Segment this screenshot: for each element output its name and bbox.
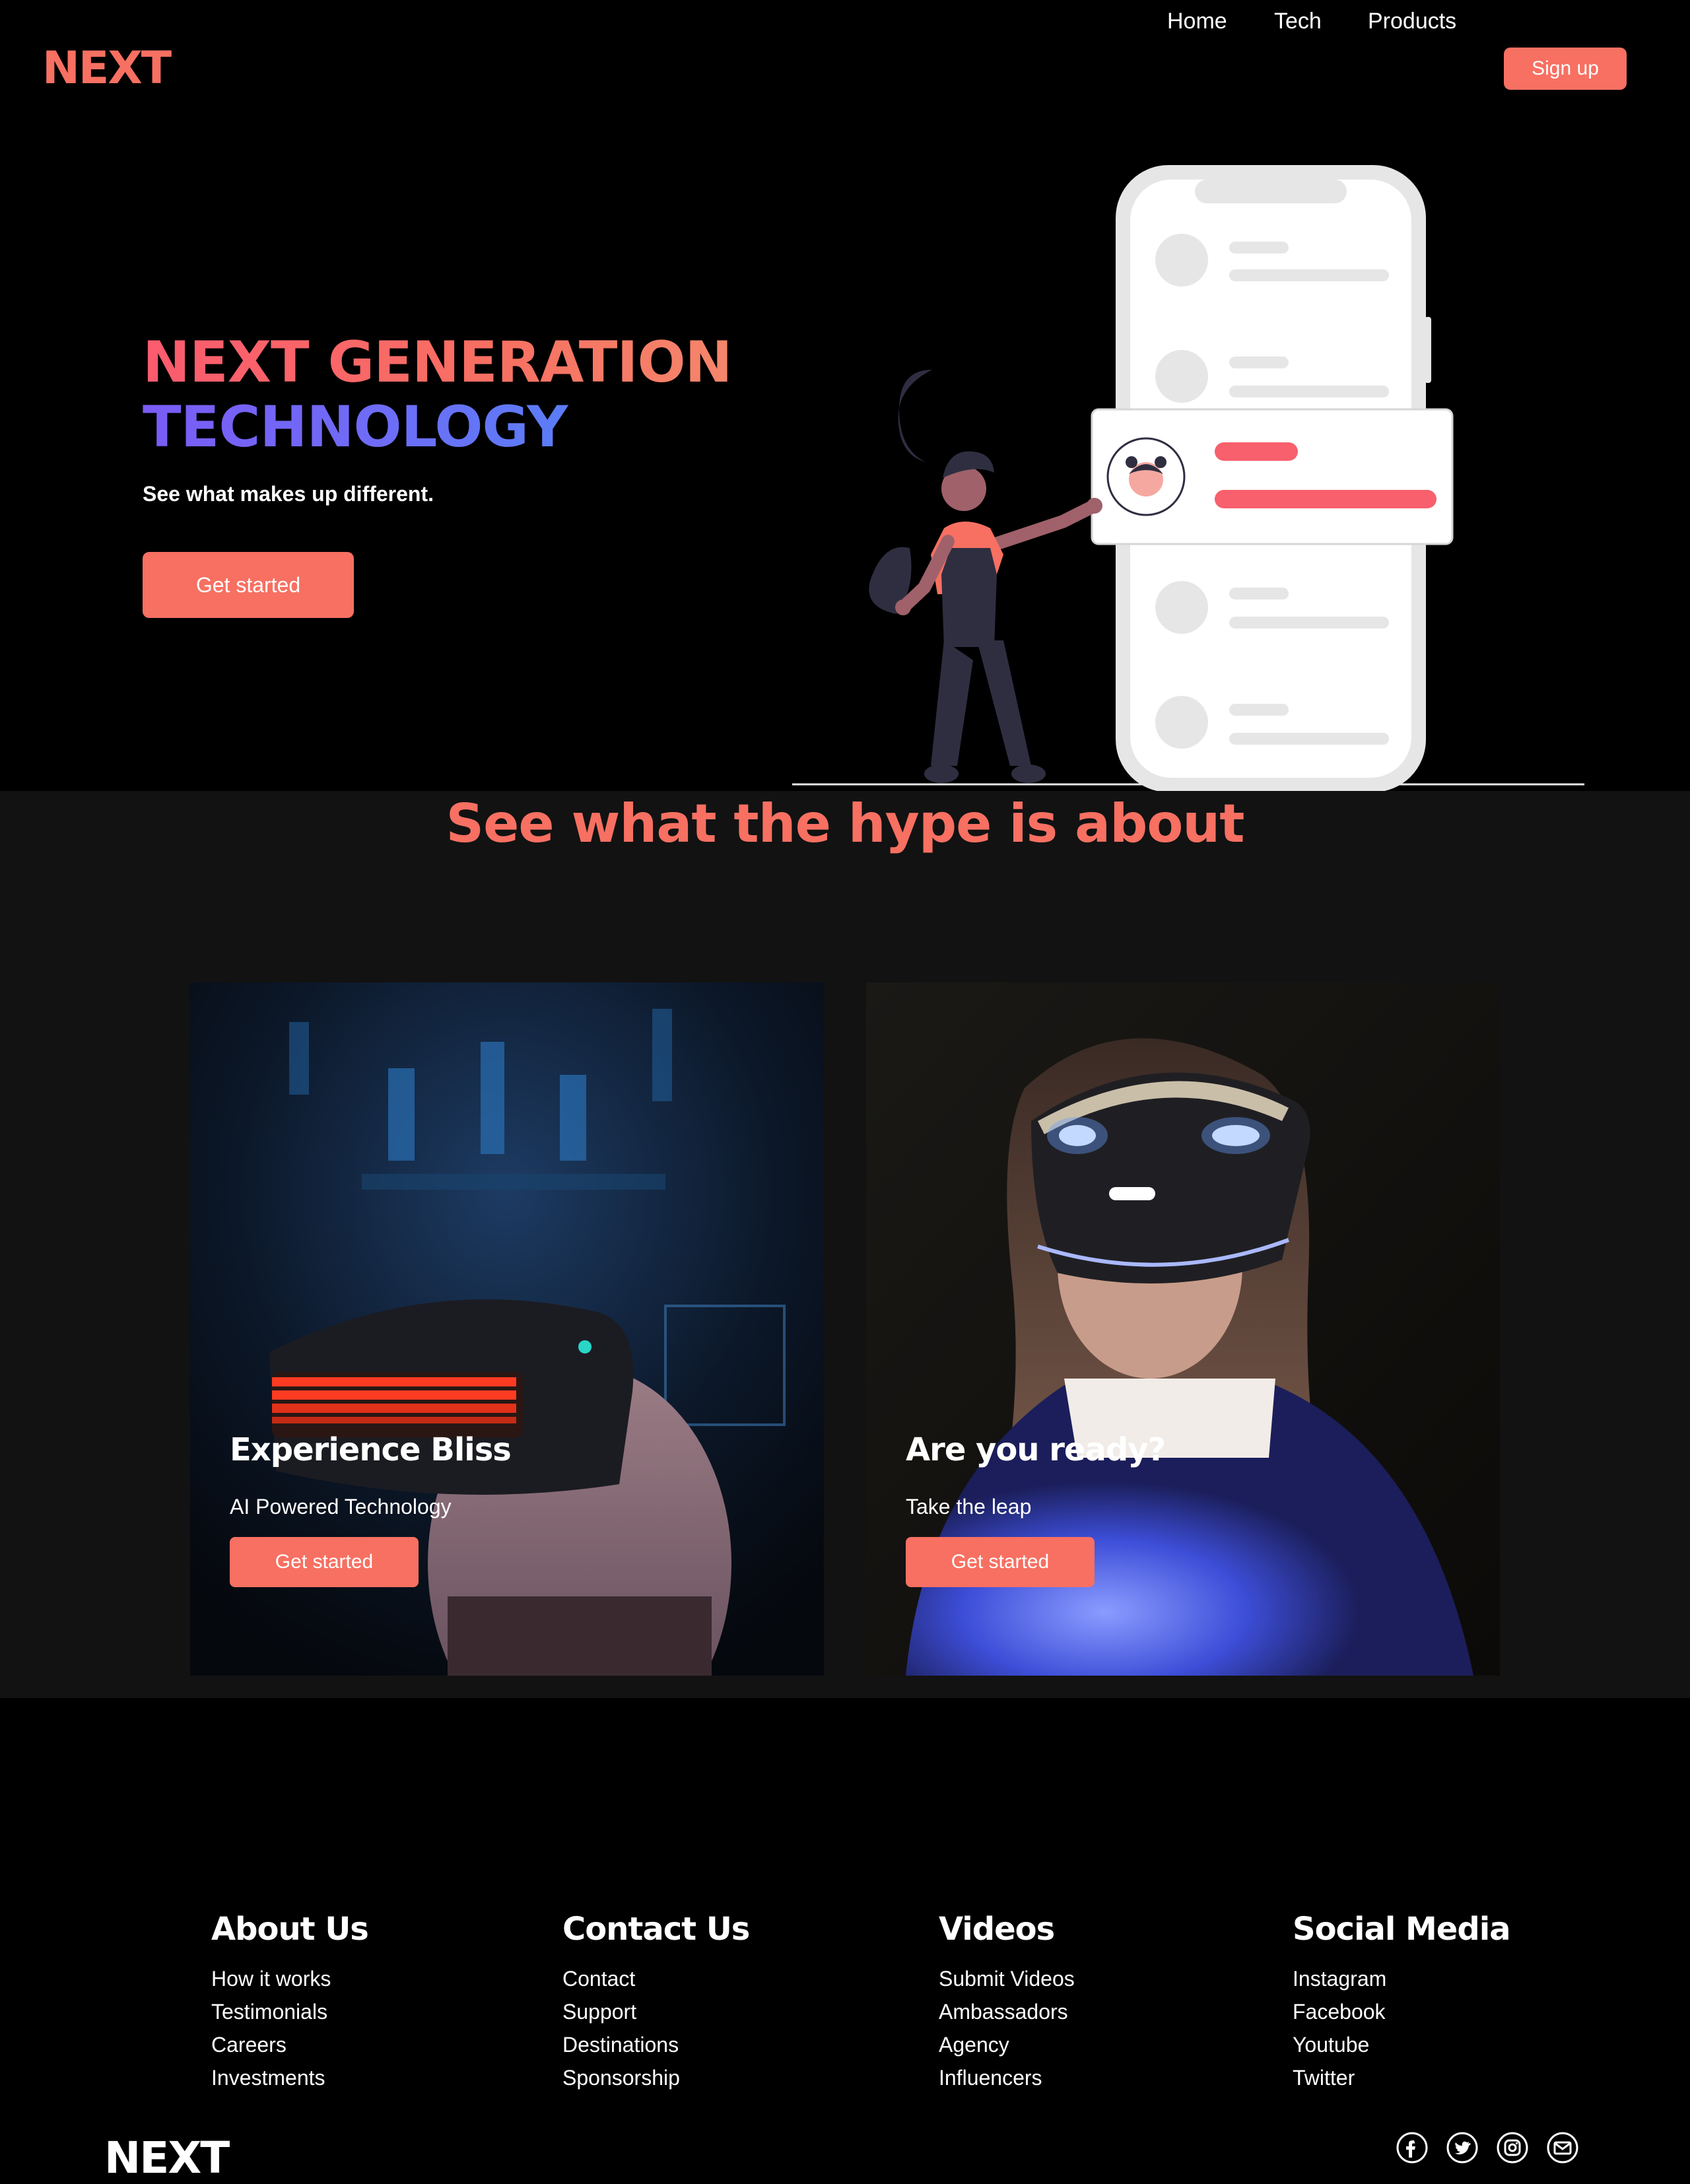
mail-icon[interactable] [1546, 2131, 1579, 2164]
footer-logo[interactable]: NEXT [104, 2133, 230, 2183]
footer-link[interactable]: Destinations [562, 2028, 749, 2061]
footer-link[interactable]: Twitter [1293, 2061, 1510, 2094]
footer-link-text[interactable]: Influencers [939, 2066, 1042, 2090]
card-title: Experience Bliss [230, 1431, 512, 1468]
signup-button[interactable]: Sign up [1504, 48, 1627, 90]
footer-links: Instagram Facebook Youtube Twitter [1293, 1962, 1510, 2094]
footer-link-text[interactable]: Support [562, 2000, 636, 2024]
footer-link[interactable]: Investments [211, 2061, 368, 2094]
footer-link[interactable]: How it works [211, 1962, 368, 1995]
footer-link-text[interactable]: Agency [939, 2033, 1009, 2057]
footer-link-text[interactable]: Ambassadors [939, 2000, 1068, 2024]
card-get-started-button[interactable]: Get started [230, 1537, 419, 1587]
footer-link-text[interactable]: Twitter [1293, 2066, 1355, 2090]
footer-link[interactable]: Agency [939, 2028, 1075, 2061]
footer-link-text[interactable]: Sponsorship [562, 2066, 680, 2090]
nav-link-products[interactable]: Products [1368, 0, 1456, 42]
hero-section: NEXT GENERATION TECHNOLOGY See what make… [0, 139, 1690, 792]
facebook-icon[interactable] [1396, 2131, 1429, 2164]
footer-link-text[interactable]: Destinations [562, 2033, 679, 2057]
footer: About Us How it works Testimonials Caree… [0, 1698, 1690, 2184]
feature-card-experience-bliss: Experience Bliss AI Powered Technology G… [190, 982, 824, 1676]
footer-link-text[interactable]: Testimonials [211, 2000, 327, 2024]
footer-link[interactable]: Instagram [1293, 1962, 1510, 1995]
footer-link-text[interactable]: Careers [211, 2033, 287, 2057]
footer-link[interactable]: Contact [562, 1962, 749, 1995]
footer-links: Submit Videos Ambassadors Agency Influen… [939, 1962, 1075, 2094]
footer-link[interactable]: Testimonials [211, 1995, 368, 2028]
footer-col-contact-us: Contact Us Contact Support Destinations … [562, 1909, 750, 2094]
hero-subtitle: See what makes up different. [143, 482, 434, 506]
hero-title: NEXT GENERATION TECHNOLOGY [143, 329, 733, 460]
top-navbar: NEXT Home Tech Products Sign up [0, 0, 1690, 139]
footer-link-text[interactable]: Contact [562, 1967, 635, 1991]
footer-link[interactable]: Careers [211, 2028, 368, 2061]
footer-link[interactable]: Influencers [939, 2061, 1075, 2094]
hero-title-line2: TECHNOLOGY [143, 395, 732, 460]
footer-link[interactable]: Support [562, 1995, 749, 2028]
hero-title-line1: NEXT GENERATION [143, 329, 733, 395]
footer-col-social-media: Social Media Instagram Facebook Youtube … [1293, 1909, 1511, 2094]
card-subtitle: Take the leap [906, 1495, 1032, 1519]
footer-link-text[interactable]: Investments [211, 2066, 325, 2090]
footer-col-videos: Videos Submit Videos Ambassadors Agency … [939, 1909, 1075, 2094]
footer-link-text[interactable]: Instagram [1293, 1967, 1386, 1991]
card-title: Are you ready? [906, 1431, 1166, 1468]
footer-link-text[interactable]: Submit Videos [939, 1967, 1075, 1991]
card-subtitle: AI Powered Technology [230, 1495, 452, 1519]
footer-heading: Videos [939, 1911, 1055, 1948]
feature-card-are-you-ready: Are you ready? Take the leap Get started [866, 982, 1500, 1676]
social-icons [1396, 2131, 1579, 2164]
instagram-icon[interactable] [1496, 2131, 1529, 2164]
twitter-icon[interactable] [1446, 2131, 1479, 2164]
footer-links: Contact Support Destinations Sponsorship [562, 1962, 749, 2094]
footer-link[interactable]: Facebook [1293, 1995, 1510, 2028]
footer-link[interactable]: Submit Videos [939, 1962, 1075, 1995]
phone-illustration [792, 165, 1584, 792]
footer-col-about-us: About Us How it works Testimonials Caree… [211, 1909, 369, 2094]
footer-link[interactable]: Ambassadors [939, 1995, 1075, 2028]
footer-link-text[interactable]: Facebook [1293, 2000, 1386, 2024]
footer-link-text[interactable]: Youtube [1293, 2033, 1369, 2057]
nav-link-tech[interactable]: Tech [1274, 0, 1322, 42]
hero-get-started-button[interactable]: Get started [143, 552, 354, 618]
footer-heading: Social Media [1293, 1911, 1511, 1948]
footer-heading: About Us [211, 1911, 369, 1948]
footer-link[interactable]: Sponsorship [562, 2061, 749, 2094]
hype-section-title: See what the hype is about [446, 793, 1245, 854]
nav-logo[interactable]: NEXT [42, 42, 172, 94]
footer-heading: Contact Us [562, 1911, 750, 1948]
nav-link-home[interactable]: Home [1167, 0, 1227, 42]
footer-link-text[interactable]: How it works [211, 1967, 331, 1991]
footer-links: How it works Testimonials Careers Invest… [211, 1962, 368, 2094]
footer-link[interactable]: Youtube [1293, 2028, 1510, 2061]
card-get-started-button[interactable]: Get started [906, 1537, 1095, 1587]
hype-section: See what the hype is about Experience Bl… [0, 791, 1690, 1698]
